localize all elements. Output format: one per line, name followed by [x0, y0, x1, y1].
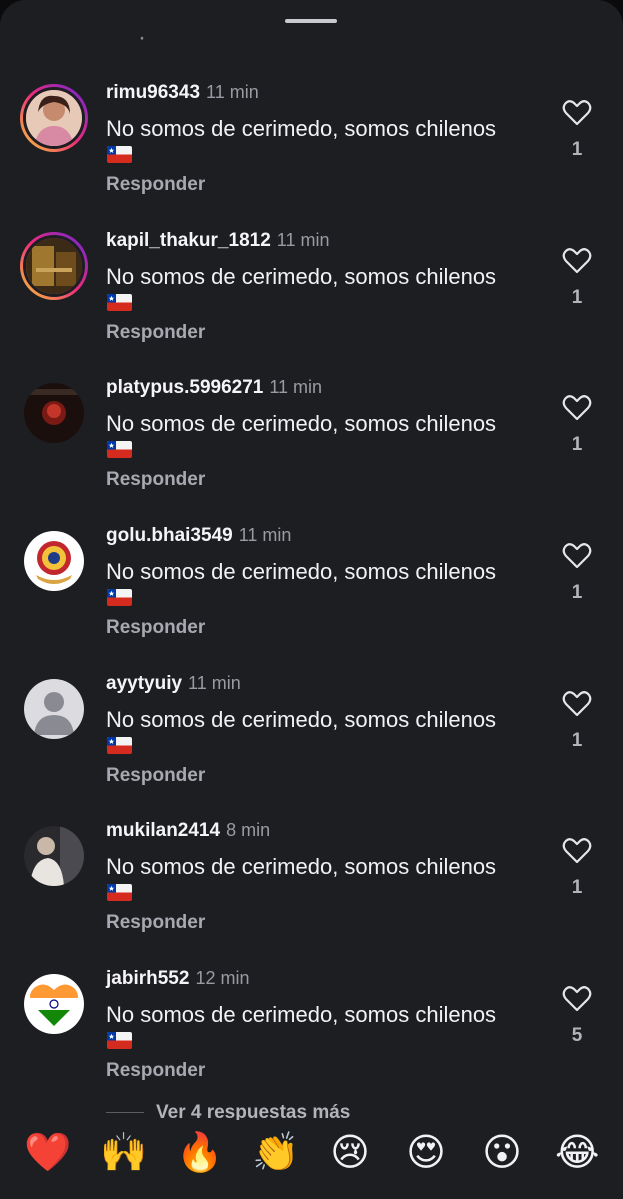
like-count: 1 — [571, 287, 583, 308]
comment-time: 11 min — [206, 82, 259, 102]
comment-text: No somos de cerimedo, somos chilenos — [106, 854, 497, 879]
comment-item: rimu96343 11 min No somos de cerimedo, so… — [0, 82, 623, 222]
chile-flag-icon — [107, 294, 132, 311]
comment-item: ayytyuiy 11 min No somos de cerimedo, som… — [0, 673, 623, 813]
chile-flag-icon — [107, 737, 132, 754]
avatar[interactable] — [24, 826, 84, 886]
reaction-fire-emoji[interactable]: 🔥 — [176, 1130, 223, 1174]
comment-text: No somos de cerimedo, somos chilenos — [106, 116, 497, 141]
reaction-raised-hands-emoji[interactable]: 🙌 — [100, 1130, 147, 1174]
drag-handle[interactable] — [285, 19, 337, 23]
like-count: 1 — [571, 434, 583, 455]
reaction-heart-emoji[interactable]: ❤️ — [24, 1130, 71, 1174]
heart-icon[interactable] — [562, 691, 592, 717]
comment-time: 8 min — [226, 820, 271, 840]
comment-item: platypus.5996271 11 min No somos de cerim… — [0, 377, 623, 517]
comment-username[interactable]: ayytyuiy 11 min — [106, 673, 241, 695]
heart-icon[interactable] — [562, 100, 592, 126]
reply-button[interactable]: Responder — [106, 1060, 205, 1082]
reaction-surprised-emoji[interactable]: 😮 — [480, 1130, 524, 1174]
avatar[interactable] — [24, 974, 84, 1034]
reply-button[interactable]: Responder — [106, 174, 205, 196]
comment-time: 11 min — [276, 230, 330, 250]
reaction-laughing-emoji[interactable]: 😂 — [555, 1130, 599, 1174]
comment-time: 12 min — [195, 968, 250, 988]
reply-button[interactable]: Responder — [106, 912, 205, 934]
comment-item: kapil_thakur_1812 11 min No somos de ceri… — [0, 230, 623, 370]
comments-sheet: · rimu96343 11 min No somos de cerimedo, … — [0, 0, 623, 1199]
comment-text: No somos de cerimedo, somos chilenos — [106, 559, 497, 584]
heart-icon[interactable] — [562, 986, 592, 1012]
divider-line — [106, 1112, 144, 1114]
avatar-photo-icon — [24, 826, 84, 886]
comment-text: No somos de cerimedo, somos chilenos — [106, 707, 497, 732]
comment-username[interactable]: mukilan2414 8 min — [106, 820, 270, 842]
reaction-crying-emoji[interactable]: 😢 — [328, 1130, 372, 1174]
heart-icon[interactable] — [562, 395, 592, 421]
india-heart-icon — [24, 974, 84, 1034]
avatar-photo-icon — [24, 383, 84, 443]
reaction-clapping-emoji[interactable]: 👏 — [252, 1130, 299, 1174]
comment-item: mukilan2414 8 min No somos de cerimedo, s… — [0, 820, 623, 960]
comment-item: golu.bhai3549 11 min No somos de cerimedo… — [0, 525, 623, 665]
avatar[interactable] — [24, 531, 84, 591]
comment-time: 11 min — [269, 377, 323, 397]
reply-button[interactable]: Responder — [106, 617, 205, 639]
comment-time: 11 min — [238, 525, 292, 545]
comment-username[interactable]: jabirh552 12 min — [106, 968, 249, 990]
avatar[interactable] — [24, 679, 84, 739]
reply-button[interactable]: Responder — [106, 322, 205, 344]
chile-flag-icon — [107, 441, 132, 458]
heart-icon[interactable] — [562, 248, 592, 274]
partially-hidden-text: · — [138, 30, 146, 46]
chile-flag-icon — [107, 146, 132, 163]
comment-text: No somos de cerimedo, somos chilenos — [106, 1002, 497, 1027]
heart-icon[interactable] — [562, 543, 592, 569]
reply-button[interactable]: Responder — [106, 765, 205, 787]
avatar[interactable] — [24, 383, 84, 443]
default-user-icon — [24, 679, 84, 739]
comment-time: 11 min — [188, 673, 241, 693]
comment-text: No somos de cerimedo, somos chilenos — [106, 411, 497, 436]
view-more-replies-button[interactable]: Ver 4 respuestas más — [106, 1102, 406, 1123]
like-count: 1 — [571, 582, 583, 603]
like-count: 1 — [571, 877, 583, 898]
chile-flag-icon — [107, 1032, 132, 1049]
avatar-photo-icon — [26, 90, 82, 146]
comment-username[interactable]: rimu96343 11 min — [106, 82, 259, 104]
comment-item: jabirh552 12 min No somos de cerimedo, so… — [0, 968, 623, 1108]
comment-username[interactable]: golu.bhai3549 11 min — [106, 525, 291, 547]
comment-username[interactable]: kapil_thakur_1812 11 min — [106, 230, 329, 252]
like-count: 1 — [571, 730, 583, 751]
avatar[interactable] — [20, 84, 88, 152]
chile-flag-icon — [107, 884, 132, 901]
comment-username[interactable]: platypus.5996271 11 min — [106, 377, 322, 399]
reply-button[interactable]: Responder — [106, 469, 205, 491]
reaction-heart-eyes-emoji[interactable]: 😍 — [404, 1130, 448, 1174]
like-count: 1 — [571, 139, 583, 160]
heart-icon[interactable] — [562, 838, 592, 864]
avatar[interactable] — [20, 232, 88, 300]
comment-text: No somos de cerimedo, somos chilenos — [106, 264, 497, 289]
avatar-photo-icon — [26, 238, 82, 294]
police-emblem-icon — [24, 531, 84, 591]
like-count: 5 — [571, 1025, 583, 1046]
emoji-reaction-bar: ❤️ 🙌 🔥 👏 😢 😍 😮 😂 — [0, 1120, 623, 1199]
chile-flag-icon — [107, 589, 132, 606]
